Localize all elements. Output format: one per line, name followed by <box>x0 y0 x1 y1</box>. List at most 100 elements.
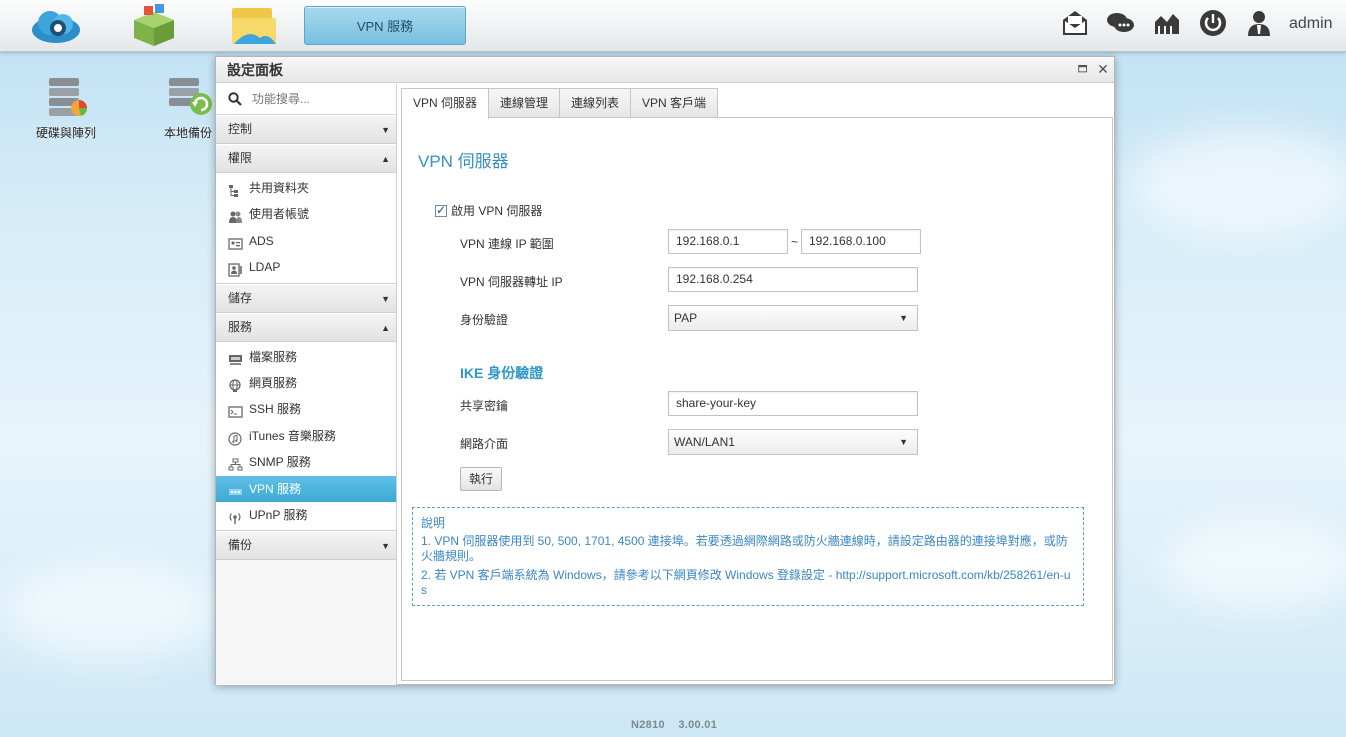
apply-button[interactable]: 執行 <box>460 467 502 491</box>
enable-vpn-checkbox[interactable] <box>435 203 447 217</box>
search-input[interactable] <box>252 92 392 106</box>
sidebar-group-permissions: 共用資料夾 使用者帳號 ADS LDAP <box>216 173 396 284</box>
users-icon <box>228 207 243 224</box>
auth-label: 身份驗證 <box>460 313 509 327</box>
package-app-icon[interactable] <box>126 4 182 48</box>
panel-title: VPN 伺服器 <box>418 152 509 171</box>
chevron-down-icon: ▼ <box>381 125 390 135</box>
help-note-title: 說明 <box>421 516 446 530</box>
ldap-icon <box>228 260 243 277</box>
file-manager-icon[interactable] <box>226 4 282 48</box>
sidebar-item-file-service[interactable]: 檔案服務 <box>216 343 396 370</box>
music-icon <box>228 429 243 446</box>
sidebar-item-label: SNMP 服務 <box>249 455 311 470</box>
psk-label: 共享密鑰 <box>460 399 509 413</box>
ads-icon <box>228 234 243 250</box>
sidebar-item-label: iTunes 音樂服務 <box>249 428 336 443</box>
content-area: VPN 伺服器 連線管理 連線列表 VPN 客戶端 VPN 伺服器 啟用 VPN… <box>398 84 1115 685</box>
sidebar-item-ssh-service[interactable]: SSH 服務 <box>216 396 396 423</box>
sidebar-item-web-service[interactable]: 網頁服務 <box>216 369 396 397</box>
vpn-server-panel: VPN 伺服器 啟用 VPN 伺服器 VPN 連線 IP 範圍 192.168.… <box>401 117 1113 681</box>
sidebar-item-user-accounts[interactable]: 使用者帳號 <box>216 201 396 228</box>
sidebar-category-permissions[interactable]: 權限 ▲ <box>216 144 396 173</box>
background-cloud <box>0 560 220 660</box>
sidebar-item-label: LDAP <box>249 260 281 275</box>
file-service-icon <box>228 350 243 365</box>
window-title: 設定面板 <box>216 57 1114 83</box>
settings-window: 設定面板 ✕ 控制 ▼ 權限 ▲ 共用資料夾 使用者帳號 <box>215 56 1115 685</box>
sidebar-category-backup[interactable]: 備份 ▼ <box>216 531 396 561</box>
sidebar-item-itunes-service[interactable]: iTunes 音樂服務 <box>216 422 396 450</box>
tab-connection-list[interactable]: 連線列表 <box>559 88 632 117</box>
category-label: 權限 <box>228 151 253 165</box>
forward-ip-label: VPN 伺服器轉址 IP <box>460 275 563 289</box>
enable-vpn-label: 啟用 VPN 伺服器 <box>451 204 543 218</box>
terminal-icon <box>228 402 243 418</box>
folder-tree-icon <box>228 181 243 197</box>
sidebar-item-label: UPnP 服務 <box>249 507 308 522</box>
vpn-icon <box>228 482 243 496</box>
sidebar-item-label: 使用者帳號 <box>249 207 310 222</box>
chevron-up-icon: ▲ <box>381 322 390 333</box>
ip-range-end-input[interactable]: 192.168.0.100 <box>801 229 921 254</box>
auth-select-value: PAP <box>674 311 698 325</box>
disk-array-icon <box>41 74 91 120</box>
background-cloud <box>1130 130 1346 240</box>
sidebar-category-services[interactable]: 服務 ▲ <box>216 312 396 342</box>
cloud-app-icon[interactable] <box>28 4 84 48</box>
maximize-icon[interactable] <box>1076 62 1090 76</box>
upnp-icon <box>228 508 243 524</box>
tab-vpn-server[interactable]: VPN 伺服器 <box>401 88 490 119</box>
local-backup-icon <box>163 74 213 120</box>
close-icon[interactable]: ✕ <box>1096 62 1110 76</box>
desktop-icon-label: 硬碟與陣列 <box>35 126 96 140</box>
network-interface-select[interactable]: WAN/LAN1 ▼ <box>668 429 918 455</box>
sidebar-item-ldap[interactable]: LDAP <box>216 254 396 281</box>
chevron-down-icon: ▼ <box>381 541 390 552</box>
sidebar-item-label: VPN 服務 <box>249 481 302 496</box>
ip-range-start-input[interactable]: 192.168.0.1 <box>668 229 788 254</box>
ike-section-title: IKE 身份驗證 <box>460 365 544 381</box>
help-note-line: 1. VPN 伺服器使用到 50, 500, 1701, 4500 連接埠。若要… <box>421 534 1068 563</box>
firmware-version: N2810 3.00.01 <box>631 719 718 731</box>
snmp-icon <box>228 455 243 471</box>
background-cloud <box>1160 520 1346 610</box>
power-icon[interactable] <box>1198 8 1228 38</box>
psk-input[interactable]: share-your-key <box>668 391 918 416</box>
sidebar-category-control[interactable]: 控制 ▼ <box>216 115 396 144</box>
network-interface-value: WAN/LAN1 <box>674 435 735 449</box>
category-label: 備份 <box>228 538 253 553</box>
mail-icon[interactable] <box>1060 8 1090 38</box>
username-label[interactable]: admin <box>1289 15 1333 33</box>
taskbar-tab-vpn[interactable]: VPN 服務 <box>304 6 466 45</box>
network-icon[interactable] <box>1152 8 1182 38</box>
chevron-down-icon: ▼ <box>381 293 390 304</box>
forward-ip-input[interactable]: 192.168.0.254 <box>668 267 918 292</box>
desktop-icon-disk-array[interactable]: 硬碟與陣列 <box>28 74 104 141</box>
user-icon[interactable] <box>1244 8 1274 38</box>
tab-vpn-client[interactable]: VPN 客戶端 <box>630 88 719 117</box>
sidebar-item-ads[interactable]: ADS <box>216 227 396 255</box>
help-note-line: 2. 若 VPN 客戶端系統為 Windows，請參考以下網頁修改 Window… <box>421 568 1071 597</box>
dropdown-arrow-icon: ▼ <box>899 313 908 323</box>
sidebar-item-upnp-service[interactable]: UPnP 服務 <box>216 501 396 529</box>
search-box <box>216 84 396 115</box>
tab-connection-management[interactable]: 連線管理 <box>488 88 561 117</box>
dropdown-arrow-icon: ▼ <box>899 437 908 447</box>
chat-icon[interactable] <box>1105 8 1135 38</box>
network-interface-label: 網路介面 <box>460 437 509 451</box>
sidebar-item-label: 共用資料夾 <box>249 181 310 195</box>
sidebar-item-snmp-service[interactable]: SNMP 服務 <box>216 449 396 476</box>
help-note: 說明 1. VPN 伺服器使用到 50, 500, 1701, 4500 連接埠… <box>412 507 1084 606</box>
tab-bar: VPN 伺服器 連線管理 連線列表 VPN 客戶端 <box>401 88 719 119</box>
sidebar-category-storage[interactable]: 儲存 ▼ <box>216 283 396 313</box>
sidebar: 控制 ▼ 權限 ▲ 共用資料夾 使用者帳號 ADS LDAP <box>216 84 397 685</box>
sidebar-item-label: 檔案服務 <box>249 349 298 364</box>
sidebar-item-shared-folders[interactable]: 共用資料夾 <box>216 175 396 202</box>
category-label: 服務 <box>228 319 253 334</box>
sidebar-item-label: ADS <box>249 233 274 248</box>
chevron-up-icon: ▲ <box>381 154 390 164</box>
enable-vpn-row: 啟用 VPN 伺服器 <box>435 202 542 219</box>
auth-select[interactable]: PAP ▼ <box>668 305 918 331</box>
sidebar-item-vpn-service[interactable]: VPN 服務 <box>216 475 396 502</box>
